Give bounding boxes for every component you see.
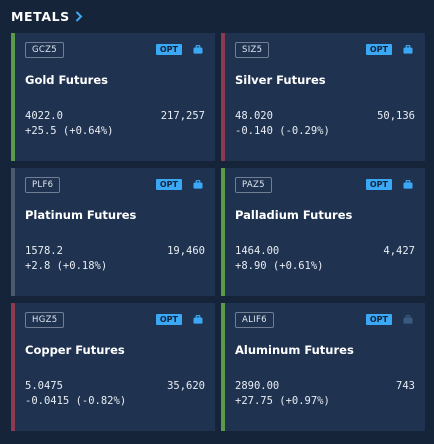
futures-card[interactable]: PAZ5 OPT Palladium Futures 1464.00 4,427… [221,168,425,296]
volume: 743 [396,380,415,392]
last-price: 48.020 [235,110,273,122]
volume: 50,136 [377,110,415,122]
price-change: -0.0415 (-0.82%) [25,395,127,407]
last-price: 2890.00 [235,380,280,392]
contract-code: HGZ5 [25,311,65,328]
volume: 4,427 [383,245,415,257]
options-badge[interactable]: OPT [365,314,392,325]
contract-name: Aluminum Futures [235,343,354,357]
price-change: -0.140 (-0.29%) [235,125,330,137]
options-badge[interactable]: OPT [365,44,392,55]
volume: 19,460 [167,245,205,257]
contract-code: PAZ5 [235,176,272,193]
last-price: 5.0475 [25,380,63,392]
last-price: 1464.00 [235,245,280,257]
price-change: +2.8 (+0.18%) [25,260,108,272]
futures-card[interactable]: ALIF6 OPT Aluminum Futures 2890.00 743 +… [221,303,425,431]
section-header[interactable]: METALS [11,9,83,24]
contract-name: Copper Futures [25,343,125,357]
options-badge[interactable]: OPT [365,179,392,190]
briefcase-icon[interactable] [193,315,203,324]
last-price: 4022.0 [25,110,63,122]
price-change: +27.75 (+0.97%) [235,395,330,407]
futures-card[interactable]: HGZ5 OPT Copper Futures 5.0475 35,620 -0… [11,303,215,431]
contract-code: GCZ5 [25,41,64,58]
section-title[interactable]: METALS [11,9,70,24]
briefcase-icon[interactable] [193,180,203,189]
price-change: +25.5 (+0.64%) [25,125,114,137]
futures-card[interactable]: SIZ5 OPT Silver Futures 48.020 50,136 -0… [221,33,425,161]
briefcase-icon[interactable] [403,180,413,189]
options-badge[interactable]: OPT [155,44,182,55]
contract-code: PLF6 [25,176,61,193]
price-change: +8.90 (+0.61%) [235,260,324,272]
options-badge[interactable]: OPT [155,314,182,325]
futures-card[interactable]: PLF6 OPT Platinum Futures 1578.2 19,460 … [11,168,215,296]
contract-name: Gold Futures [25,73,108,87]
contract-code: SIZ5 [235,41,270,58]
volume: 217,257 [160,110,205,122]
briefcase-icon[interactable] [193,45,203,54]
chevron-right-icon[interactable] [75,11,83,22]
briefcase-icon[interactable] [403,315,413,324]
options-badge[interactable]: OPT [155,179,182,190]
futures-grid: GCZ5 OPT Gold Futures 4022.0 217,257 +25… [11,33,425,431]
briefcase-icon[interactable] [403,45,413,54]
futures-card[interactable]: GCZ5 OPT Gold Futures 4022.0 217,257 +25… [11,33,215,161]
contract-code: ALIF6 [235,311,274,328]
last-price: 1578.2 [25,245,63,257]
volume: 35,620 [167,380,205,392]
contract-name: Palladium Futures [235,208,353,222]
contract-name: Silver Futures [235,73,326,87]
contract-name: Platinum Futures [25,208,137,222]
